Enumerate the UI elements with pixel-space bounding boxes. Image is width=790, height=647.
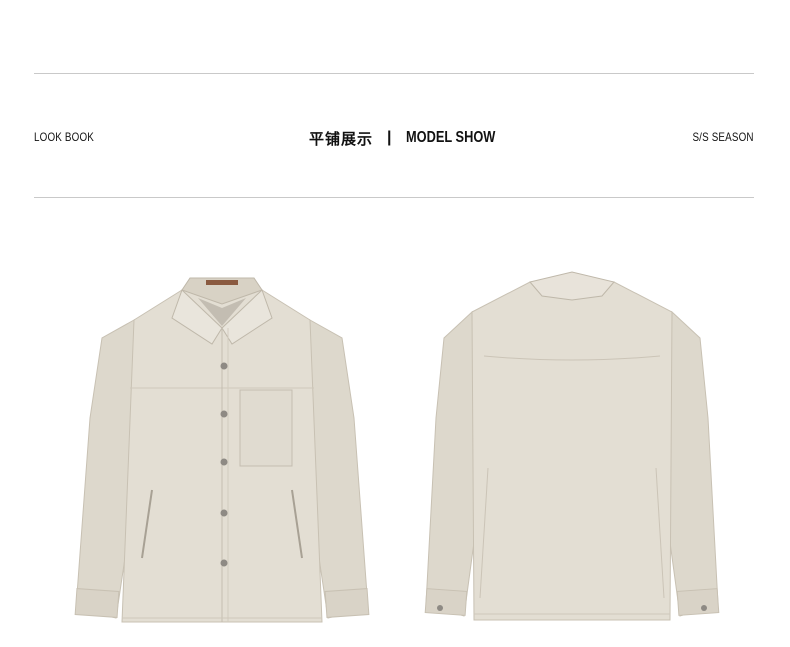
bottom-divider-line xyxy=(34,197,754,198)
jacket-front-image xyxy=(72,268,372,626)
section-title-en: MODEL SHOW xyxy=(405,129,495,146)
top-divider-line xyxy=(34,73,754,74)
section-title: 平铺展示 | MODEL SHOW xyxy=(309,126,517,150)
section-title-cn: 平铺展示 xyxy=(309,130,374,148)
season-label: S/S SEASON xyxy=(692,130,754,144)
look-book-label: LOOK BOOK xyxy=(34,130,94,144)
jacket-back-image xyxy=(422,268,722,626)
title-divider: | xyxy=(387,129,392,146)
section-header: LOOK BOOK 平铺展示 | MODEL SHOW S/S SEASON xyxy=(34,126,754,150)
